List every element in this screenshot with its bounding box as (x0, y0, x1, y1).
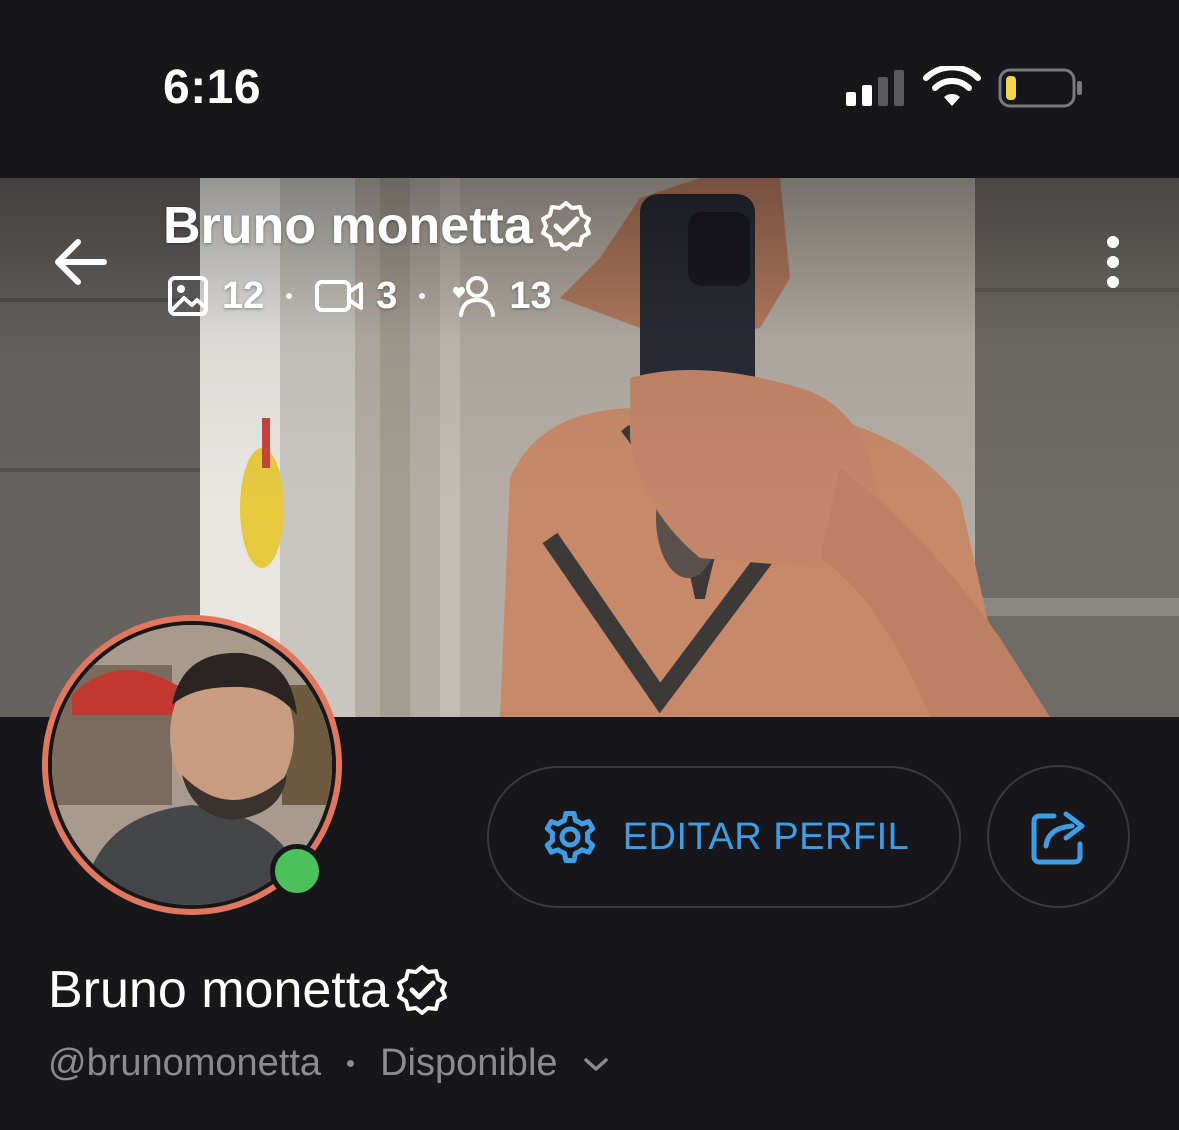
edit-profile-label: EDITAR PERFIL (622, 815, 910, 858)
chevron-down-icon (583, 1057, 608, 1071)
display-name: Bruno monetta (48, 961, 390, 1019)
media-stats: 12 3 13 (166, 274, 552, 318)
profile-screen: 6:16 Bruno monetta 12 3 13 EDITAR PERFIL… (0, 0, 1179, 1130)
wifi-icon (923, 66, 981, 106)
videos-stat[interactable]: 3 (314, 274, 397, 318)
status-time: 6:16 (163, 61, 262, 114)
availability-label: Disponible (380, 1042, 558, 1084)
verified-icon (397, 965, 448, 1015)
video-icon (315, 280, 364, 312)
status-bar: 6:16 (0, 0, 1179, 178)
videos-count: 3 (376, 274, 398, 317)
photos-count: 12 (222, 274, 265, 317)
share-button[interactable] (987, 765, 1130, 908)
photos-stat[interactable]: 12 (166, 274, 264, 318)
profile-name: Bruno monetta (48, 960, 449, 1020)
username-handle: @brunomonetta (48, 1042, 322, 1084)
image-icon (168, 276, 208, 316)
signal-icon (846, 70, 904, 106)
online-status-indicator (270, 844, 324, 898)
availability-dropdown[interactable]: Disponible (380, 1042, 609, 1085)
share-icon (1031, 811, 1084, 864)
verified-icon (540, 201, 591, 251)
followers-stat[interactable]: 13 (447, 274, 552, 318)
followers-icon (453, 276, 496, 317)
edit-profile-button[interactable]: EDITAR PERFIL (487, 766, 961, 908)
gear-icon (544, 811, 595, 863)
battery-icon (998, 68, 1082, 108)
followers-count: 13 (509, 274, 552, 317)
cover-title: Bruno monetta (163, 196, 593, 256)
stats-separator (419, 293, 426, 299)
back-arrow-icon[interactable] (48, 232, 112, 292)
stats-separator (286, 293, 293, 299)
more-vertical-icon[interactable] (1096, 232, 1130, 292)
handle-separator (347, 1060, 355, 1067)
handle-row: @brunomonetta Disponible (48, 1042, 610, 1085)
cover-name: Bruno monetta (163, 197, 533, 255)
